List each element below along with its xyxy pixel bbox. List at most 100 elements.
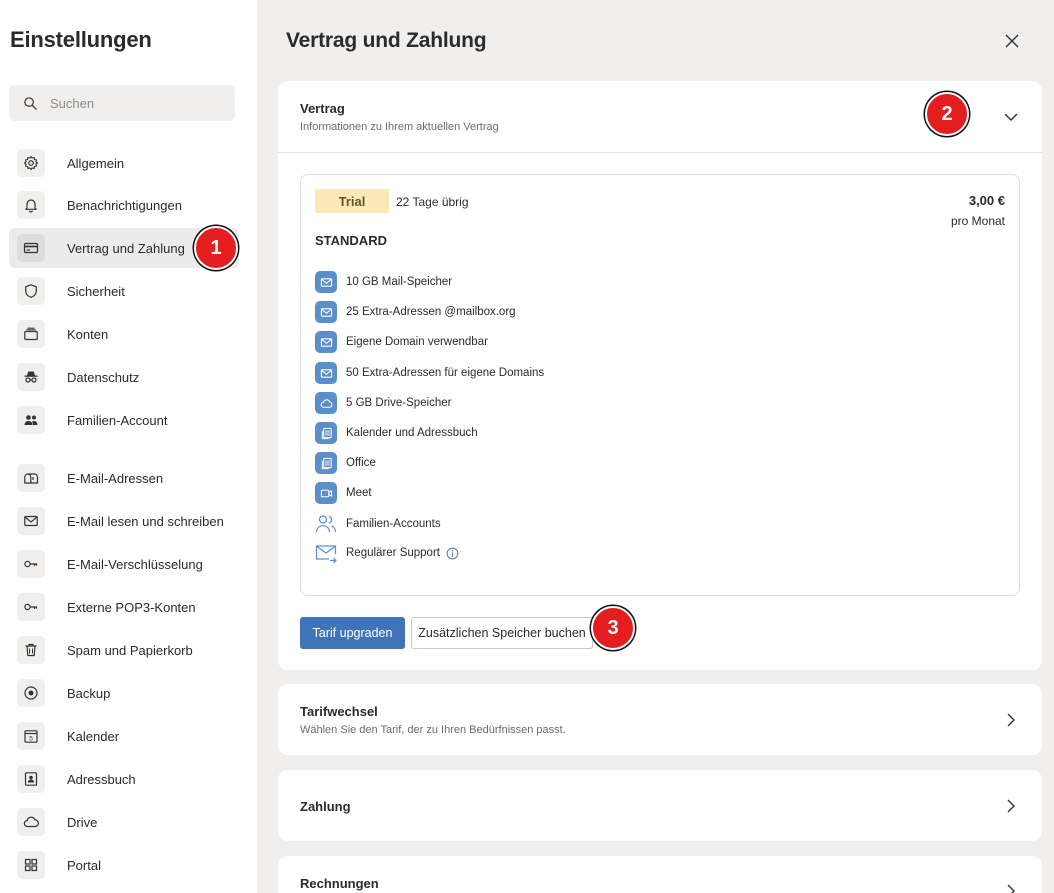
tariff-change-header[interactable]: Tarifwechsel Wählen Sie den Tarif, der z…	[278, 684, 1042, 755]
mailbox-icon	[17, 464, 45, 492]
gear-icon	[17, 149, 45, 177]
sidebar-item-label: Backup	[67, 685, 111, 701]
payment-title: Zahlung	[300, 799, 351, 814]
envelope-icon	[315, 301, 337, 323]
info-icon[interactable]	[446, 547, 459, 560]
feature-item: 5 GB Drive-Speicher	[315, 392, 451, 414]
video-icon	[315, 482, 337, 504]
chevron-down-icon[interactable]	[1002, 108, 1020, 126]
feature-label: Familien-Accounts	[346, 518, 441, 530]
tariff-change-title: Tarifwechsel	[300, 704, 378, 719]
search-input[interactable]	[50, 95, 220, 111]
payment-card[interactable]: Zahlung	[278, 770, 1042, 841]
upgrade-plan-button[interactable]: Tarif upgraden	[300, 617, 405, 649]
contract-card: Vertrag Informationen zu Ihrem aktuellen…	[278, 81, 1042, 670]
sidebar-item-konten[interactable]: Konten	[9, 314, 239, 354]
tariff-change-card[interactable]: Tarifwechsel Wählen Sie den Tarif, der z…	[278, 684, 1042, 755]
feature-label: Regulärer Support	[346, 547, 440, 559]
family-icon	[17, 406, 45, 434]
sidebar-item-label: Benachrichtigungen	[67, 197, 182, 213]
sidebar-item-kalender[interactable]: 5 Kalender	[9, 716, 239, 756]
sidebar-item-allgemein[interactable]: Allgemein	[9, 143, 239, 183]
plan-box: Trial 22 Tage übrig 3,00 € pro Monat STA…	[300, 174, 1020, 596]
feature-label: 5 GB Drive-Speicher	[346, 397, 452, 409]
invoices-header[interactable]: Rechnungen	[278, 856, 1042, 893]
sidebar-item-label: Datenschutz	[67, 369, 140, 385]
key-icon	[17, 593, 45, 621]
grid-icon	[17, 851, 45, 879]
plan-name: STANDARD	[315, 233, 387, 248]
sidebar-item-backup[interactable]: Backup	[9, 673, 239, 713]
sidebar-item-spam-und-papierkorb[interactable]: Spam und Papierkorb	[9, 630, 239, 670]
incognito-icon	[17, 363, 45, 391]
sidebar-item-label: Drive	[67, 814, 98, 830]
divider	[278, 152, 1042, 153]
feature-item: Meet	[315, 482, 372, 504]
credit-card-icon	[17, 234, 45, 262]
plan-period: pro Monat	[950, 214, 1005, 228]
feature-item: Kalender und Adressbuch	[315, 422, 478, 444]
people-icon	[315, 513, 337, 535]
payment-header[interactable]: Zahlung	[278, 770, 1042, 841]
sidebar-item-drive[interactable]: Drive	[9, 802, 239, 842]
envelope-icon	[315, 362, 337, 384]
feature-item: Office	[315, 452, 376, 474]
addressbook-icon	[17, 765, 45, 793]
contract-title: Vertrag	[300, 101, 345, 116]
bell-icon	[17, 191, 45, 219]
chevron-right-icon[interactable]	[1002, 711, 1020, 729]
cloud-icon	[17, 808, 45, 836]
sidebar-item-sicherheit[interactable]: Sicherheit	[9, 271, 239, 311]
invoices-title: Rechnungen	[300, 876, 379, 891]
sidebar-item-label: Externe POP3-Konten	[67, 599, 196, 615]
sidebar-item-label: E-Mail-Adressen	[67, 470, 164, 486]
annotation-marker-2: 2	[925, 92, 969, 136]
invoices-card[interactable]: Rechnungen	[278, 856, 1042, 893]
feature-item: 25 Extra-Adressen @mailbox.org	[315, 301, 516, 323]
sidebar-item-e-mail-lesen-und-schreiben[interactable]: E-Mail lesen und schreiben	[9, 501, 239, 541]
chevron-right-icon[interactable]	[1002, 882, 1020, 893]
trash-icon	[17, 636, 45, 664]
feature-item: 50 Extra-Adressen für eigene Domains	[315, 362, 544, 384]
sidebar-item-externe-pop3-konten[interactable]: Externe POP3-Konten	[9, 587, 239, 627]
sidebar-item-label: Vertrag und Zahlung	[67, 240, 185, 256]
calendar-day-text: 5	[29, 735, 33, 742]
sidebar-item-e-mail-adressen[interactable]: E-Mail-Adressen	[9, 458, 239, 498]
sidebar-item-e-mail-verschluesselung[interactable]: E-Mail-Verschlüsselung	[9, 544, 239, 584]
accounts-icon	[17, 320, 45, 348]
close-button[interactable]	[1001, 30, 1023, 52]
sidebar-item-familien-account[interactable]: Familien-Account	[9, 400, 239, 440]
feature-item: Eigene Domain verwendbar	[315, 331, 488, 353]
contract-subtitle: Informationen zu Ihrem aktuellen Vertrag	[300, 121, 499, 133]
feature-label: Office	[346, 457, 376, 469]
feature-label: Meet	[346, 487, 372, 499]
trial-badge: Trial	[315, 189, 389, 213]
calendar-icon: 5	[17, 722, 45, 750]
search-box[interactable]	[9, 85, 235, 121]
sidebar-item-label: Konten	[67, 326, 109, 342]
search-icon	[24, 96, 37, 110]
sidebar-item-label: Sicherheit	[67, 283, 125, 299]
support-mail-icon	[315, 542, 337, 564]
sidebar-item-label: Allgemein	[67, 155, 125, 171]
sidebar-item-benachrichtigungen[interactable]: Benachrichtigungen	[9, 185, 239, 225]
cloud-icon	[315, 392, 337, 414]
sidebar-item-label: Adressbuch	[67, 771, 136, 787]
sidebar-item-label: Portal	[67, 857, 101, 873]
sidebar-item-label: Familien-Account	[67, 412, 168, 428]
plan-price: 3,00 €	[968, 193, 1005, 208]
documents-icon	[315, 422, 337, 444]
sidebar-item-adressbuch[interactable]: Adressbuch	[9, 759, 239, 799]
feature-label: Kalender und Adressbuch	[346, 427, 478, 439]
sidebar-item-portal[interactable]: Portal	[9, 845, 239, 885]
sidebar-item-datenschutz[interactable]: Datenschutz	[9, 357, 239, 397]
book-storage-button[interactable]: Zusätzlichen Speicher buchen	[411, 617, 593, 649]
sidebar-item-label: Kalender	[67, 728, 120, 744]
shield-icon	[17, 277, 45, 305]
sidebar-item-label: E-Mail lesen und schreiben	[67, 513, 224, 529]
key-icon	[17, 550, 45, 578]
feature-item: 10 GB Mail-Speicher	[315, 271, 452, 293]
chevron-right-icon[interactable]	[1002, 797, 1020, 815]
annotation-marker-1: 1	[194, 226, 238, 270]
annotation-marker-3: 3	[591, 606, 635, 650]
